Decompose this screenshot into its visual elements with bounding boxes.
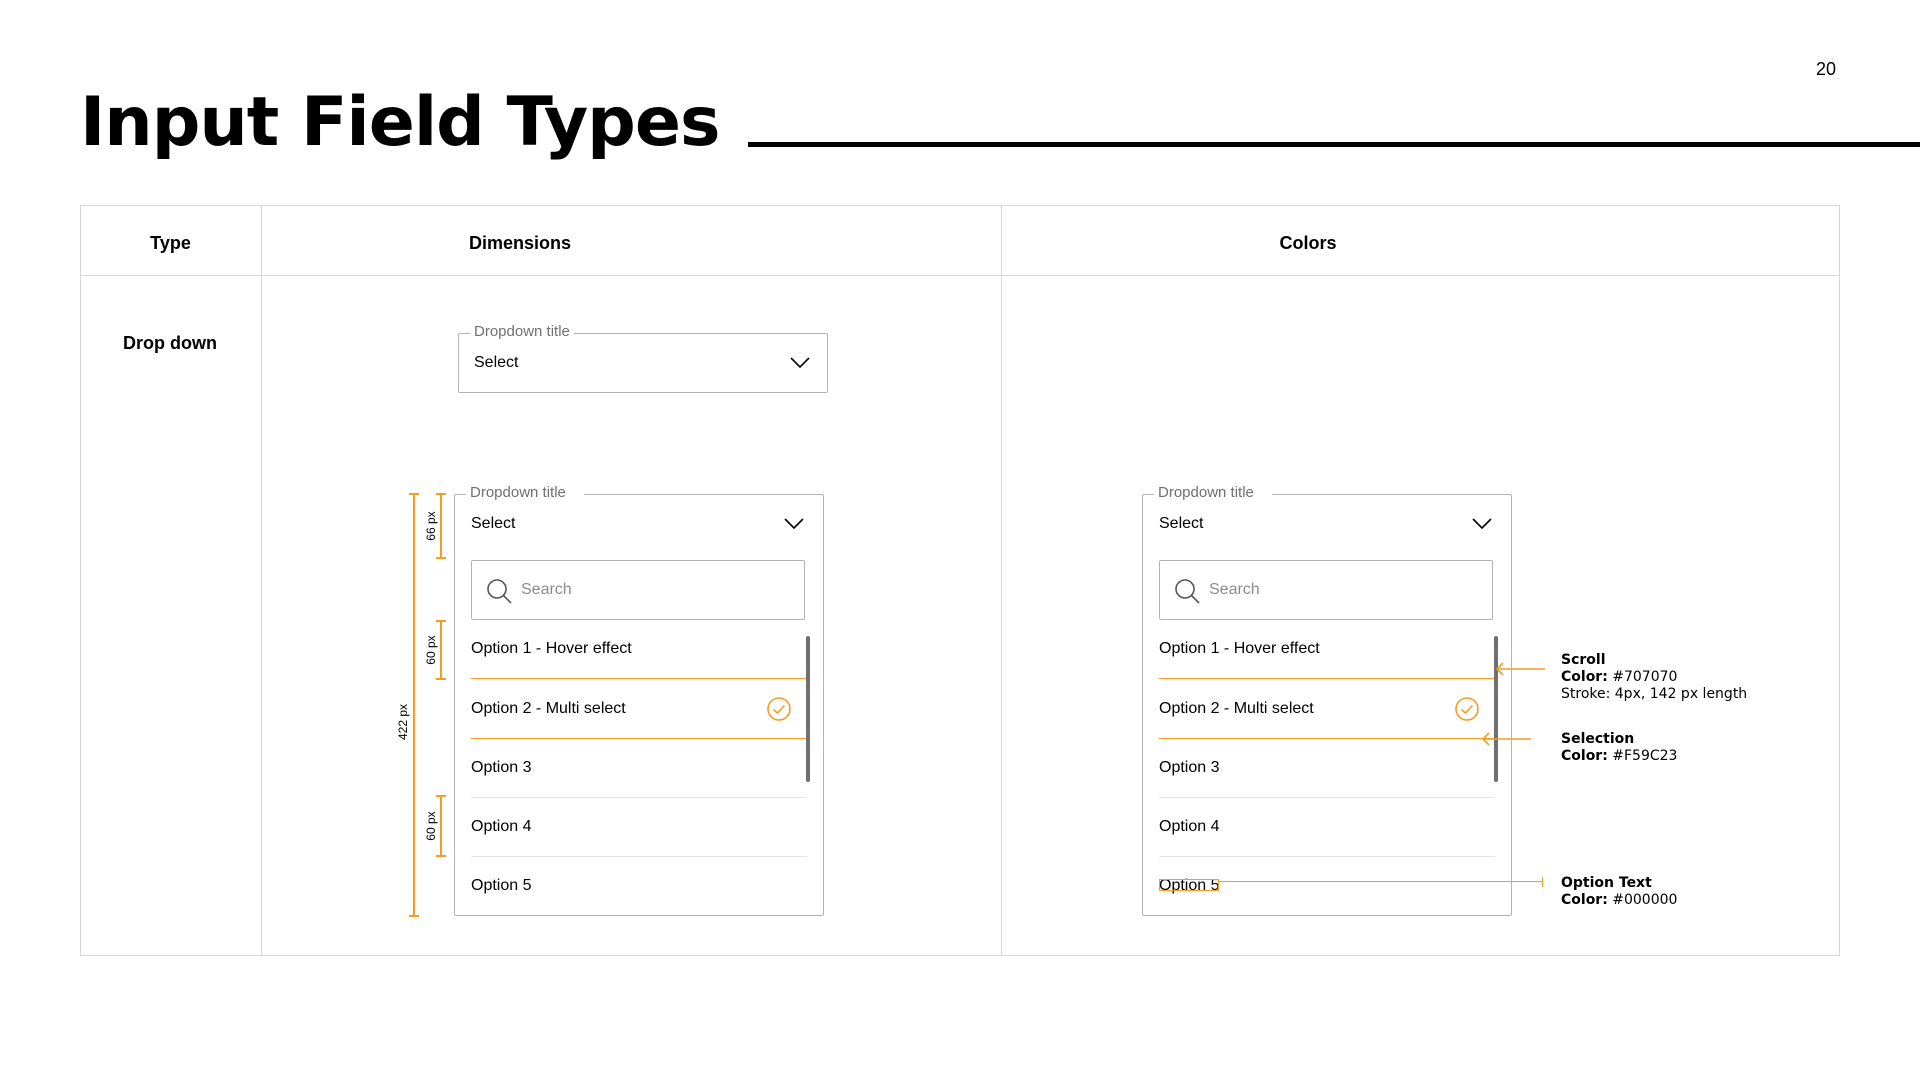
option-separator-2 xyxy=(471,738,807,739)
option-separator-1 xyxy=(1159,678,1495,679)
option-text-leader-line xyxy=(1219,881,1543,882)
annotation-scroll-color-value: #707070 xyxy=(1612,669,1678,685)
dim-option-label: 60 px xyxy=(424,811,438,841)
dim-header-label: 66 px xyxy=(424,511,438,541)
dim-header-cap-top xyxy=(436,493,446,495)
dim-total-cap-top xyxy=(409,493,419,495)
option-item-4[interactable]: Option 4 xyxy=(1159,816,1219,838)
option-text-leader-cap xyxy=(1542,877,1543,887)
dropdown-scrollbar[interactable] xyxy=(806,636,810,782)
option-text-highlight xyxy=(1159,879,1219,891)
search-icon xyxy=(487,579,512,604)
chevron-down-icon[interactable] xyxy=(1472,518,1492,530)
annotation-scroll-color-label: Color: xyxy=(1561,669,1608,685)
option-item-4[interactable]: Option 4 xyxy=(471,816,531,838)
arrow-left-icon xyxy=(1481,732,1531,746)
option-item-3[interactable]: Option 3 xyxy=(471,757,531,779)
table-bottom-border xyxy=(80,955,1840,956)
dim-option-line xyxy=(440,795,442,857)
search-placeholder: Search xyxy=(1209,581,1260,598)
open-dropdown-value: Select xyxy=(1159,515,1204,532)
dim-header-cap-bottom xyxy=(436,557,446,559)
dim-search-label: 60 px xyxy=(424,635,438,665)
closed-dropdown-title: Dropdown title xyxy=(470,322,574,342)
table-top-border xyxy=(80,205,1840,206)
page-title: Input Field Types xyxy=(80,83,720,162)
closed-dropdown-value: Select xyxy=(474,354,519,371)
page-number: 20 xyxy=(1816,59,1837,79)
dim-search-line xyxy=(440,620,442,680)
dim-header-line xyxy=(440,493,442,559)
option-item-5[interactable]: Option 5 xyxy=(471,875,531,897)
annotation-option-text-color-label: Color: xyxy=(1561,892,1608,908)
dim-total-cap-bottom xyxy=(409,915,419,917)
annotation-option-text-color-value: #000000 xyxy=(1612,892,1678,908)
annotation-scroll-stroke: Stroke: 4px, 142 px length xyxy=(1561,686,1748,702)
option-separator-4 xyxy=(1159,856,1495,857)
open-dropdown-title: Dropdown title xyxy=(1154,483,1272,503)
annotation-option-text-title: Option Text xyxy=(1561,875,1652,891)
search-placeholder: Search xyxy=(521,581,572,598)
row-label-dropdown: Drop down xyxy=(123,333,217,353)
option-item-3[interactable]: Option 3 xyxy=(1159,757,1219,779)
annotation-option-text-color: Color: #000000 xyxy=(1561,892,1677,909)
search-icon xyxy=(1175,579,1200,604)
header-type: Type xyxy=(150,233,191,253)
option-item-1[interactable]: Option 1 - Hover effect xyxy=(1159,638,1320,660)
option-item-2[interactable]: Option 2 - Multi select xyxy=(471,698,626,720)
open-dropdown-value: Select xyxy=(471,515,516,532)
annotation-scroll-title: Scroll xyxy=(1561,652,1606,668)
annotation-scroll-color: Color: #707070 xyxy=(1561,669,1677,686)
option-item-1[interactable]: Option 1 - Hover effect xyxy=(471,638,632,660)
option-item-2[interactable]: Option 2 - Multi select xyxy=(1159,698,1314,720)
dropdown-scrollbar[interactable] xyxy=(1494,636,1498,782)
option-separator-3 xyxy=(471,797,807,798)
check-circle-icon[interactable] xyxy=(1454,696,1480,722)
option-separator-4 xyxy=(471,856,807,857)
annotation-selection-color-value: #F59C23 xyxy=(1612,748,1678,764)
title-rule xyxy=(748,142,1920,147)
table-col-divider-1 xyxy=(261,205,262,956)
annotation-selection-color-label: Color: xyxy=(1561,748,1608,764)
arrow-left-icon xyxy=(1495,662,1545,676)
header-dimensions: Dimensions xyxy=(468,233,572,253)
chevron-down-icon[interactable] xyxy=(784,518,804,530)
dim-total-line xyxy=(413,493,415,917)
header-colors: Colors xyxy=(1279,233,1337,253)
table-header-border xyxy=(80,275,1840,276)
option-separator-1 xyxy=(471,678,807,679)
annotation-selection-color: Color: #F59C23 xyxy=(1561,748,1677,765)
option-separator-2 xyxy=(1159,738,1495,739)
table-col-divider-2 xyxy=(1001,205,1002,956)
table-right-border xyxy=(1839,205,1840,956)
annotation-selection-title: Selection xyxy=(1561,731,1635,747)
chevron-down-icon[interactable] xyxy=(790,357,810,369)
table-left-border xyxy=(80,205,81,956)
check-circle-icon[interactable] xyxy=(766,696,792,722)
open-dropdown-title: Dropdown title xyxy=(466,483,584,503)
option-separator-3 xyxy=(1159,797,1495,798)
dim-total-label: 422 px xyxy=(396,703,410,741)
